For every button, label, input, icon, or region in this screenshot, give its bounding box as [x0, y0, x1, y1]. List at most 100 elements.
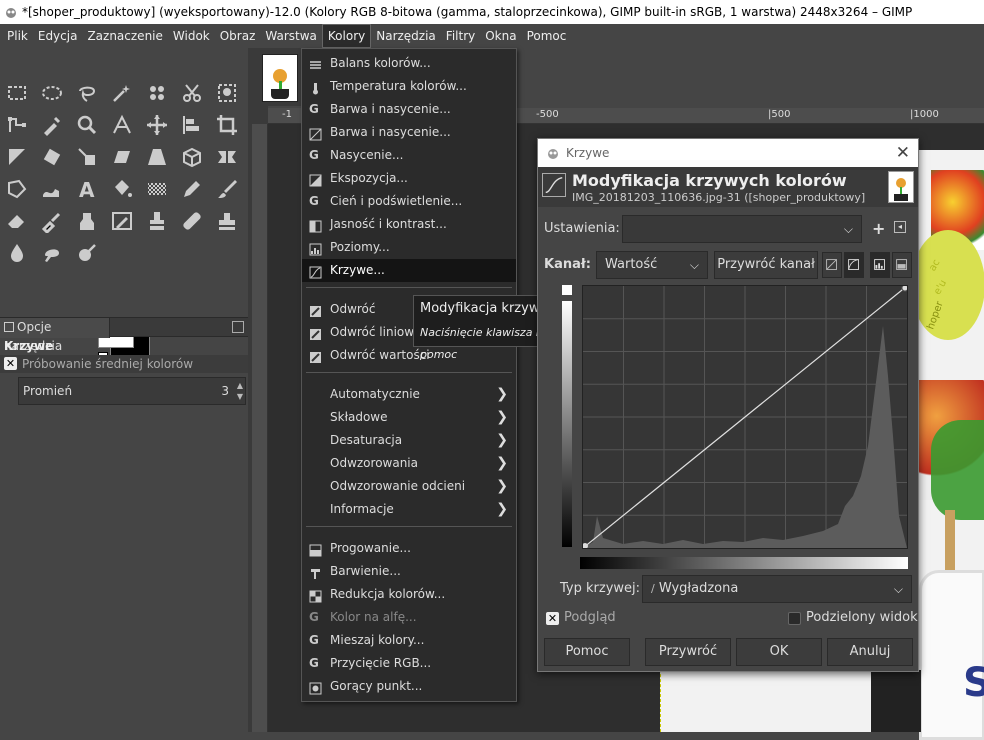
align-icon[interactable] [177, 110, 207, 140]
unified-transform-icon[interactable] [2, 142, 32, 172]
menu-item-saturation[interactable]: G Nasycenie... [302, 144, 516, 167]
reset-channel-button[interactable]: Przywróć kanał [714, 251, 818, 279]
bucket-fill-icon[interactable] [107, 174, 137, 204]
menu-item-shadows-highlights[interactable]: G Cień i podświetlenie... [302, 190, 516, 213]
preview-checkbox[interactable]: ✕ [546, 612, 559, 625]
perspective-clone-icon[interactable] [212, 206, 242, 236]
ruler-corner-icon[interactable] [252, 108, 268, 124]
menu-item-dither[interactable]: G Mieszaj kolory... [302, 629, 516, 652]
select-by-color-icon[interactable] [142, 78, 172, 108]
flip-icon[interactable] [212, 142, 242, 172]
radius-spinner[interactable]: Promień 3 ▲ ▼ [18, 377, 246, 405]
log-histogram-icon[interactable] [844, 252, 864, 278]
linear-histogram-icon[interactable] [822, 252, 842, 278]
dodge-burn-icon[interactable] [72, 238, 102, 268]
menu-item-info[interactable]: Informacje ❯ [302, 498, 516, 521]
cage-transform-icon[interactable] [2, 174, 32, 204]
menu-item-tone-mapping[interactable]: Odwzorowanie odcieni ❯ [302, 475, 516, 498]
menu-item-exposure[interactable]: Ekspozycja... [302, 167, 516, 190]
menu-zaznaczenie[interactable]: Zaznaczenie [82, 24, 167, 48]
preset-menu-icon[interactable]: ◂ [894, 221, 906, 233]
color-picker-icon[interactable] [37, 110, 67, 140]
shear-icon[interactable] [107, 142, 137, 172]
menu-item-posterize[interactable]: Redukcja kolorów... [302, 583, 516, 606]
menu-filtry[interactable]: Filtry [441, 24, 480, 48]
clone-icon[interactable] [142, 206, 172, 236]
split-view-checkbox[interactable] [788, 612, 801, 625]
scale-icon[interactable] [72, 142, 102, 172]
crop-icon[interactable] [212, 110, 242, 140]
menu-item-colorize[interactable]: Barwienie... [302, 560, 516, 583]
sample-average-checkbox[interactable]: ✕ [4, 357, 17, 370]
text-icon[interactable]: A [72, 174, 102, 204]
menu-item-hue-saturation[interactable]: Barwa i nasycenie... [302, 121, 516, 144]
histogram-icon[interactable] [870, 252, 890, 278]
ok-button[interactable]: OK [736, 638, 822, 666]
configure-tab-icon[interactable] [232, 321, 244, 333]
paintbrush-icon[interactable] [212, 174, 242, 204]
menu-okna[interactable]: Okna [480, 24, 521, 48]
rotate-icon[interactable] [37, 142, 67, 172]
menu-widok[interactable]: Widok [168, 24, 215, 48]
pencil-icon[interactable] [177, 174, 207, 204]
add-preset-icon[interactable]: + [872, 219, 885, 238]
close-icon[interactable]: ✕ [896, 139, 910, 167]
menu-edycja[interactable]: Edycja [33, 24, 83, 48]
blur-icon[interactable] [2, 238, 32, 268]
menu-item-label: Barwa i nasycenie... [330, 125, 451, 139]
menu-narzedzia[interactable]: Narzędzia [371, 24, 441, 48]
fuzzy-select-icon[interactable] [107, 78, 137, 108]
mypaint-brush-icon[interactable] [107, 206, 137, 236]
heal-icon[interactable] [177, 206, 207, 236]
menu-item-auto[interactable]: Automatycznie ❯ [302, 383, 516, 406]
foreground-select-icon[interactable] [212, 78, 242, 108]
image-tab-thumbnail[interactable] [262, 54, 298, 102]
3d-transform-icon[interactable] [177, 142, 207, 172]
paths-icon[interactable] [2, 110, 32, 140]
curve-type-combo[interactable]: ∕ Wygładzona ⌵ [642, 575, 912, 603]
menu-item-levels[interactable]: Poziomy... [302, 236, 516, 259]
zoom-icon[interactable] [72, 110, 102, 140]
menu-item-components[interactable]: Składowe ❯ [302, 406, 516, 429]
menu-item-map[interactable]: Odwzorowania ❯ [302, 452, 516, 475]
warp-icon[interactable] [37, 174, 67, 204]
gradient-icon[interactable] [142, 174, 172, 204]
menu-obraz[interactable]: Obraz [215, 24, 261, 48]
eraser-icon[interactable] [2, 206, 32, 236]
rect-select-icon[interactable] [2, 78, 32, 108]
curves-graph[interactable] [582, 284, 909, 549]
menu-item-threshold[interactable]: Progowanie... [302, 537, 516, 560]
menu-pomoc[interactable]: Pomoc [522, 24, 572, 48]
menu-kolory[interactable]: Kolory [321, 24, 372, 48]
ink-icon[interactable] [72, 206, 102, 236]
histogram-log-icon[interactable] [892, 252, 912, 278]
scissors-icon[interactable] [177, 78, 207, 108]
move-icon[interactable] [142, 110, 172, 140]
measure-icon[interactable] [107, 110, 137, 140]
menu-plik[interactable]: Plik [2, 24, 33, 48]
menu-warstwa[interactable]: Warstwa [260, 24, 322, 48]
menu-item-hot[interactable]: Gorący punkt... [302, 675, 516, 698]
smudge-icon[interactable] [37, 238, 67, 268]
tab-tool-options[interactable]: Opcje narzędzia [0, 318, 110, 353]
menu-item-color-balance[interactable]: Balans kolorów... [302, 52, 516, 75]
dialog-titlebar[interactable]: Krzywe ✕ [538, 139, 918, 167]
menu-item-curves[interactable]: Krzywe... [302, 259, 516, 282]
presets-combo[interactable]: ⌵ [622, 215, 862, 243]
menu-item-color-to-alpha[interactable]: G Kolor na alfę... [302, 606, 516, 629]
sample-average-toggle[interactable]: ✕ Próbowanie średniej kolorów [0, 355, 248, 373]
help-button[interactable]: Pomoc [544, 638, 630, 666]
reset-button[interactable]: Przywróć [645, 638, 731, 666]
menu-item-rgb-clip[interactable]: G Przycięcie RGB... [302, 652, 516, 675]
menu-item-color-temperature[interactable]: Temperatura kolorów... [302, 75, 516, 98]
perspective-icon[interactable] [142, 142, 172, 172]
menu-item-desaturate[interactable]: Desaturacja ❯ [302, 429, 516, 452]
airbrush-icon[interactable] [37, 206, 67, 236]
ellipse-select-icon[interactable] [37, 78, 67, 108]
channel-combo[interactable]: Wartość ⌵ [596, 251, 708, 279]
menu-item-brightness-contrast[interactable]: Jasność i kontrast... [302, 213, 516, 236]
cancel-button[interactable]: Anuluj [827, 638, 913, 666]
menu-item-hue-chroma[interactable]: G Barwa i nasycenie... [302, 98, 516, 121]
spinner-arrows-icon[interactable]: ▲ ▼ [237, 380, 243, 402]
lasso-icon[interactable] [72, 78, 102, 108]
